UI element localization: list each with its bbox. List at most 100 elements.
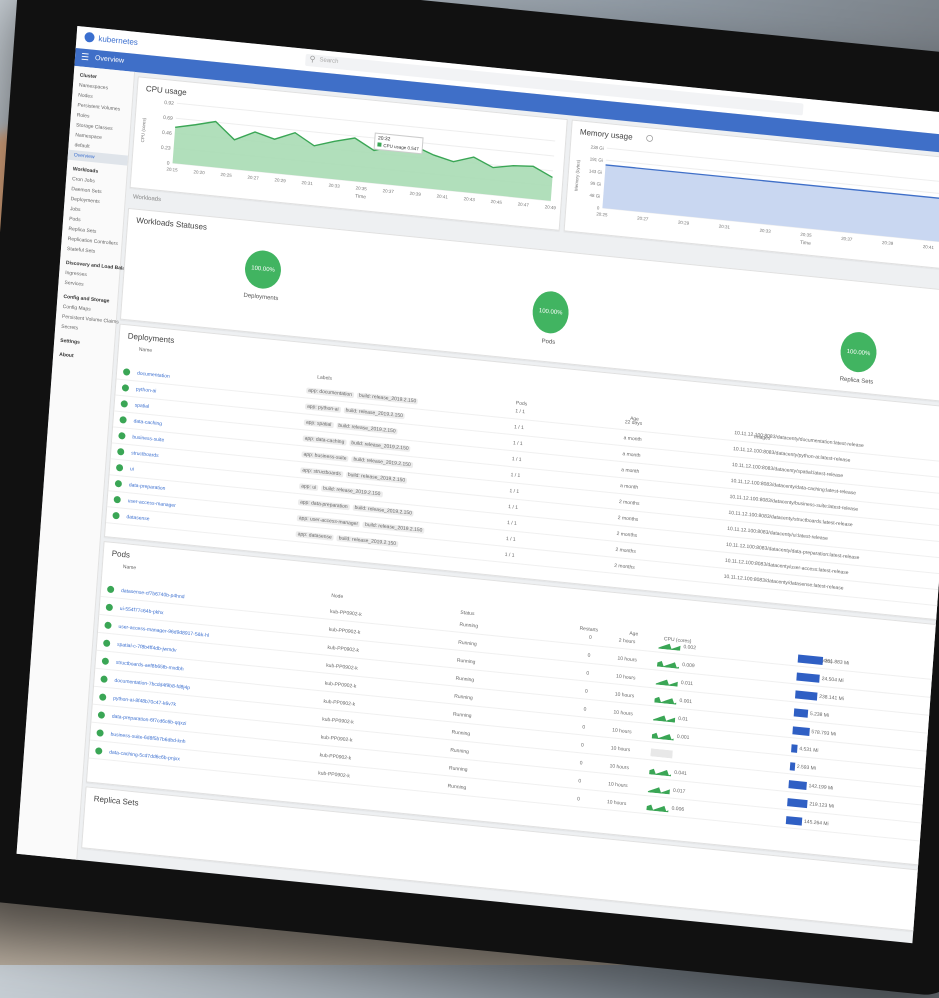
sparkline-area	[646, 804, 669, 813]
deployment-age: 22 days	[624, 419, 643, 427]
pod-cpu-value: 0.017	[672, 787, 686, 795]
deployment-name-link[interactable]: structboards	[131, 450, 159, 459]
memory-area	[602, 164, 939, 249]
pod-restarts: 0	[588, 634, 592, 641]
pod-memory-bar	[797, 654, 823, 665]
deployment-age: a month	[621, 467, 640, 475]
status-ok-icon	[100, 675, 108, 684]
x-tick-label: 20:31	[719, 224, 731, 230]
status-ok-icon	[120, 400, 129, 408]
status-ok-icon	[97, 711, 106, 719]
x-tick-label: 20:41	[923, 244, 935, 250]
sparkline-area	[656, 660, 680, 669]
label-chip: app: structboards	[300, 467, 344, 478]
pod-node: kub-PP0902-k	[325, 662, 358, 672]
x-tick-label: 20:29	[678, 220, 690, 226]
x-tick-label: 20:35	[800, 232, 812, 238]
deployment-name-link[interactable]: python-ai	[136, 386, 157, 394]
pods-node-header: Node	[331, 592, 344, 601]
pod-cpu-value: 0.01	[677, 715, 689, 723]
status-ok-icon	[112, 511, 120, 520]
deployment-name-link[interactable]: spatial	[134, 402, 149, 409]
sidebar-item-about[interactable]: About	[53, 349, 113, 365]
deployment-name-link[interactable]: datasense	[126, 514, 149, 522]
grid-line	[176, 102, 556, 142]
workloads-section-label: Workloads	[132, 194, 162, 204]
pod-memory-value: 142.199 Mi	[808, 783, 834, 792]
pods-name-header[interactable]: Name	[123, 564, 137, 571]
x-tick-label: 20:20	[193, 169, 205, 175]
y-axis-label: Memory (bytes)	[574, 159, 581, 191]
x-tick-label: 20:33	[759, 228, 771, 234]
label-chip: build: release_2019.2.150	[345, 471, 408, 484]
label-chip: app: business-suite	[301, 451, 349, 462]
pod-cpu-value: 0.001	[676, 733, 690, 742]
pod-name-link[interactable]: datasense-cf7b6740b-p4hnd	[121, 588, 185, 600]
pod-restarts: 0	[582, 724, 586, 731]
sparkline-area	[647, 787, 671, 795]
deployment-pods: 1 / 1	[515, 408, 526, 416]
deployment-pods: 1 / 1	[504, 551, 515, 559]
pod-cpu-sparkline	[656, 660, 680, 669]
status-ok-icon	[104, 621, 112, 630]
status-ok-icon	[106, 585, 115, 594]
pod-memory-bar	[796, 672, 820, 683]
pod-name-link[interactable]: user-access-manager-96d9d8917-5&k-hl	[118, 624, 209, 639]
deployment-name-link[interactable]: documentation	[137, 371, 170, 380]
pod-name-link[interactable]: data-preparation-6f7cd6c6b-qqxzi	[112, 714, 187, 727]
label-chip: app: documentation	[306, 387, 355, 399]
label-chip: app: spatial	[303, 419, 334, 429]
pod-name-link[interactable]: data-caching-5cd7dd6c6b-pnjxx	[109, 750, 180, 763]
pod-memory-value: 4.531 Mi	[799, 746, 819, 754]
x-tick-label: 20:25	[596, 211, 608, 217]
pod-name-link[interactable]: documentation-7bcdd4f9b8-fd8j4p	[114, 678, 190, 692]
pods-status-header[interactable]: Status	[460, 610, 475, 617]
pod-memory-bar	[795, 690, 818, 701]
pod-cpu-sparkline	[651, 732, 674, 741]
y-tick-label: 0.23	[161, 145, 171, 152]
status-ok-icon	[96, 729, 104, 737]
pod-name-link[interactable]: ui-554f77c64b-pkhx	[120, 606, 164, 616]
y-tick-label: 143 Gi	[589, 168, 603, 174]
deployment-name-link[interactable]: ui	[130, 466, 134, 472]
status-ok-icon	[105, 603, 114, 612]
status-ok-icon	[119, 416, 127, 424]
pod-name-link[interactable]: python-ai-8f48b70c47-k6v7k	[113, 696, 176, 708]
y-tick-label: 95 Gi	[590, 181, 601, 187]
label-chip: app: ui	[298, 483, 319, 492]
dashboard-screen: kubernetes ⚲ Search ☰ Overview Cluster Na…	[16, 25, 939, 944]
pods-status-label: Pods	[541, 338, 556, 346]
x-tick-label: 20:39	[409, 191, 421, 197]
kubernetes-logo-icon[interactable]	[84, 31, 95, 43]
label-chip: build: release_2019.2.150	[343, 407, 406, 420]
hamburger-menu-icon[interactable]: ☰	[81, 52, 90, 64]
pod-cpu-sparkline	[658, 643, 681, 651]
pod-memory-bar	[793, 708, 809, 718]
label-chip: app: data-preparation	[297, 499, 350, 511]
deployment-age: 2 months	[618, 499, 640, 508]
y-tick-label: 48 Gi	[589, 193, 600, 199]
brand-name[interactable]: kubernetes	[98, 34, 138, 47]
status-ok-icon	[113, 495, 121, 504]
deployment-name-link[interactable]: user-access-manager	[127, 498, 176, 509]
deployments-name-header[interactable]: Name	[139, 347, 153, 354]
deployment-age: a month	[619, 483, 639, 491]
y-tick-label: 0.92	[164, 100, 174, 107]
pod-name-link[interactable]: structboards-aef8b65fb-mxdbh	[116, 660, 184, 673]
label-chip: build: release_2019.2.150	[336, 422, 398, 435]
info-icon	[646, 135, 653, 142]
deployment-pods: 1 / 1	[505, 535, 516, 543]
pod-memory-value: 24.504 Mi	[821, 675, 844, 685]
deployment-age: 2 months	[616, 530, 638, 539]
deployment-name-link[interactable]: data-caching	[133, 418, 162, 427]
pod-cpu-sparkline	[647, 787, 671, 795]
sidebar-item-settings[interactable]: Settings	[54, 335, 114, 351]
pod-status: Running	[455, 675, 475, 684]
deployment-name-link[interactable]: business-suite	[132, 434, 164, 443]
label-chip: build: release_2019.2.150	[352, 504, 415, 517]
pod-name-link[interactable]: business-suite-6d8f5b7b6dbd-knh	[110, 732, 185, 745]
pod-name-link[interactable]: spatial-c-7f8b4ff4db-jwmdv	[117, 642, 177, 654]
pod-cpu-value: 0.011	[680, 679, 694, 688]
y-tick-label: 0.69	[163, 115, 173, 122]
deployment-name-link[interactable]: data-preparation	[129, 482, 166, 492]
